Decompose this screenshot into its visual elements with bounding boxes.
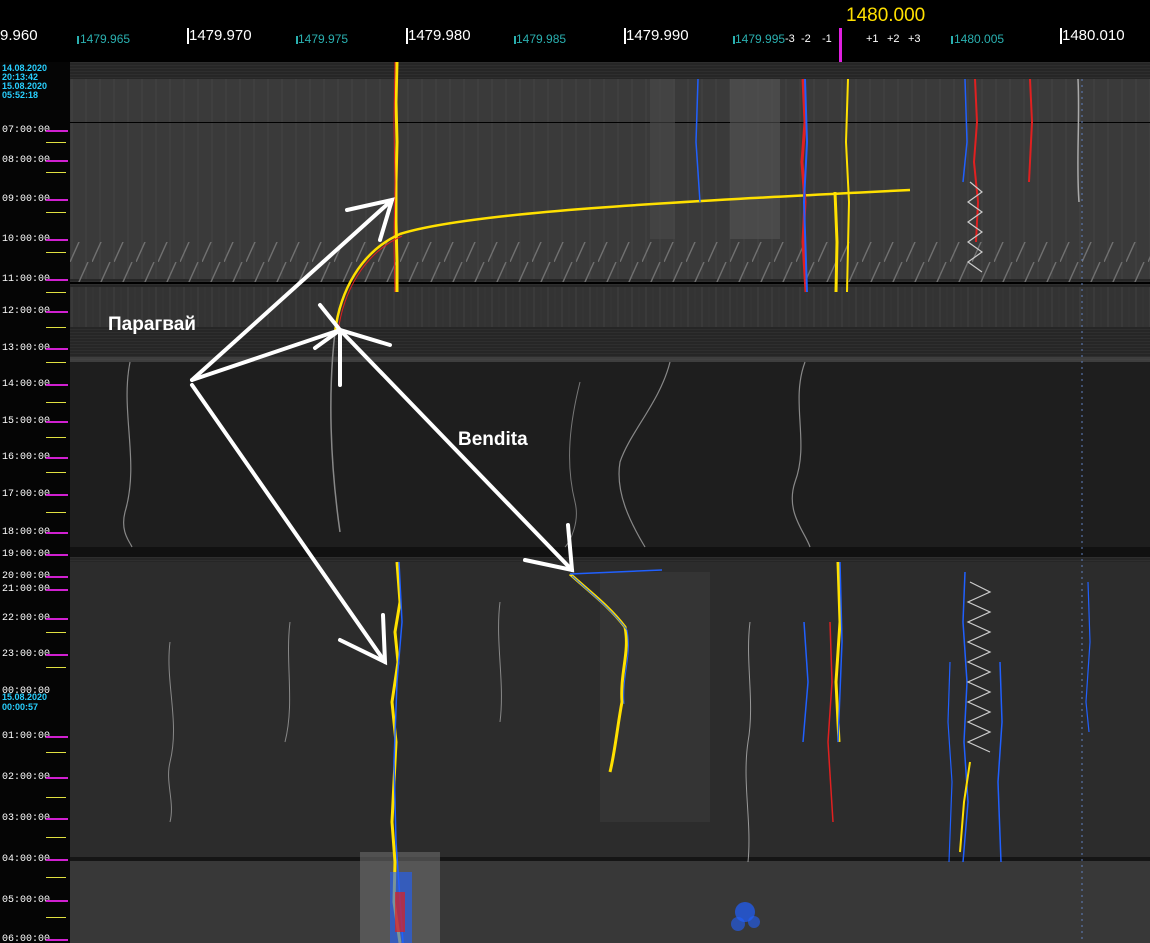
annotation-bendita: Bendita [458, 429, 528, 450]
annotation-paraguay: Парагвай [108, 314, 196, 335]
arrow-line [190, 383, 387, 664]
arrow-line [338, 328, 574, 572]
arrow-line [190, 328, 342, 382]
annotation-overlay [190, 197, 575, 666]
arrow-head [313, 303, 343, 350]
spectrogram-window: 9.960 1479.970 1479.980 1479.990 1480.01… [0, 0, 1150, 943]
